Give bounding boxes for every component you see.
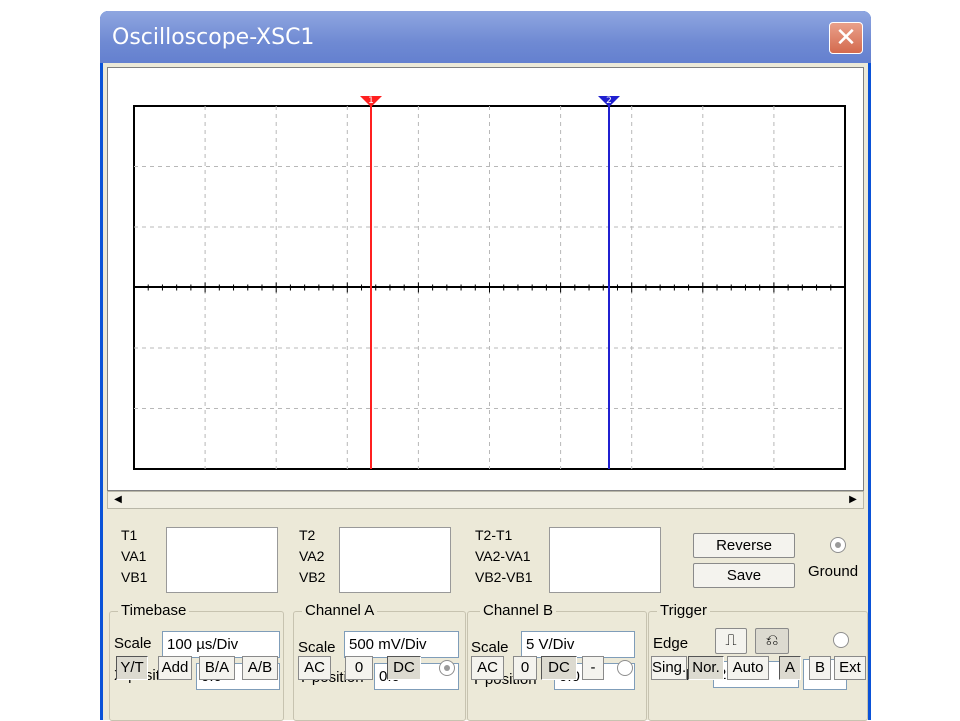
channel-b-scale-field[interactable]	[521, 631, 635, 658]
trigger-edge-label: Edge	[653, 635, 689, 652]
scroll-right-icon[interactable]: ▶	[845, 492, 861, 508]
channel-a-ac-button[interactable]: AC	[298, 656, 331, 680]
timebase-scale-field[interactable]	[162, 631, 280, 658]
svg-text:2: 2	[606, 96, 612, 106]
readout-box-1	[166, 527, 278, 593]
ground-radio[interactable]	[830, 537, 846, 553]
horizontal-scrollbar[interactable]: ◀ ▶	[107, 491, 864, 509]
timebase-scale-label: Scale	[114, 635, 152, 652]
channel-b-ac-button[interactable]: AC	[471, 656, 504, 680]
measure-col-3: T2-T1 VA2-VA1 VB2-VB1	[475, 523, 555, 595]
falling-edge-button[interactable]: ⎌	[755, 628, 789, 654]
channel-b-zero-button[interactable]: 0	[513, 656, 537, 680]
svg-text:1: 1	[368, 96, 374, 106]
scroll-left-icon[interactable]: ◀	[110, 492, 126, 508]
channel-b-scale-label: Scale	[471, 639, 509, 656]
window-body: 1 2 ◀ ▶ T1 VA1 VB1 T2 VA2 VB2 T2-T1 VA2-…	[103, 63, 868, 721]
save-button[interactable]: Save	[693, 563, 795, 588]
channel-a-dc-button[interactable]: DC	[387, 656, 421, 680]
trigger-single-button[interactable]: Sing.	[651, 656, 687, 680]
label-va2-va1: VA2-VA1	[475, 548, 531, 564]
mode-ba-button[interactable]: B/A	[199, 656, 235, 680]
readout-box-3	[549, 527, 661, 593]
reverse-button[interactable]: Reverse	[693, 533, 795, 558]
channel-b-minus-button[interactable]: -	[582, 656, 604, 680]
label-vb2: VB2	[299, 569, 326, 585]
label-vb1: VB1	[121, 569, 148, 585]
label-va2: VA2	[299, 548, 325, 564]
channel-a-legend: Channel A	[302, 602, 378, 619]
title-bar[interactable]: Oscilloscope-XSC1 ✕	[100, 11, 871, 63]
channel-a-radio[interactable]	[439, 660, 455, 676]
falling-edge-icon: ⎌	[765, 632, 779, 649]
scope-grid: 1 2	[133, 96, 846, 470]
oscilloscope-window: Oscilloscope-XSC1 ✕ 1 2 ◀ ▶ T1 VA1 VB1 T…	[100, 11, 871, 721]
mode-ab-button[interactable]: A/B	[242, 656, 278, 680]
mode-add-button[interactable]: Add	[158, 656, 192, 680]
timebase-legend: Timebase	[118, 602, 190, 619]
trigger-normal-button[interactable]: Nor.	[688, 656, 724, 680]
trigger-source-a-button[interactable]: A	[779, 656, 801, 680]
trigger-auto-button[interactable]: Auto	[727, 656, 769, 680]
label-t2-t1: T2-T1	[475, 527, 513, 543]
label-t2: T2	[299, 527, 316, 543]
channel-a-scale-label: Scale	[298, 639, 336, 656]
label-va1: VA1	[121, 548, 147, 564]
scope-display: 1 2	[107, 67, 864, 491]
close-icon: ✕	[835, 22, 857, 52]
trigger-legend: Trigger	[657, 602, 710, 619]
channel-a-scale-field[interactable]	[344, 631, 459, 658]
label-t1: T1	[121, 527, 138, 543]
channel-a-zero-button[interactable]: 0	[345, 656, 373, 680]
rising-edge-icon: ⎍	[725, 632, 737, 649]
mode-yt-button[interactable]: Y/T	[116, 656, 148, 680]
window-title: Oscilloscope-XSC1	[112, 25, 315, 50]
rising-edge-button[interactable]: ⎍	[715, 628, 747, 654]
trigger-source-b-button[interactable]: B	[809, 656, 831, 680]
label-vb2-vb1: VB2-VB1	[475, 569, 533, 585]
ground-label: Ground	[808, 563, 859, 580]
readout-box-2	[339, 527, 451, 593]
channel-b-radio[interactable]	[617, 660, 633, 676]
close-button[interactable]: ✕	[829, 22, 863, 54]
channel-b-dc-button[interactable]: DC	[541, 656, 577, 680]
channel-b-legend: Channel B	[480, 602, 557, 619]
trigger-radio[interactable]	[833, 632, 849, 648]
trigger-source-ext-button[interactable]: Ext	[834, 656, 866, 680]
